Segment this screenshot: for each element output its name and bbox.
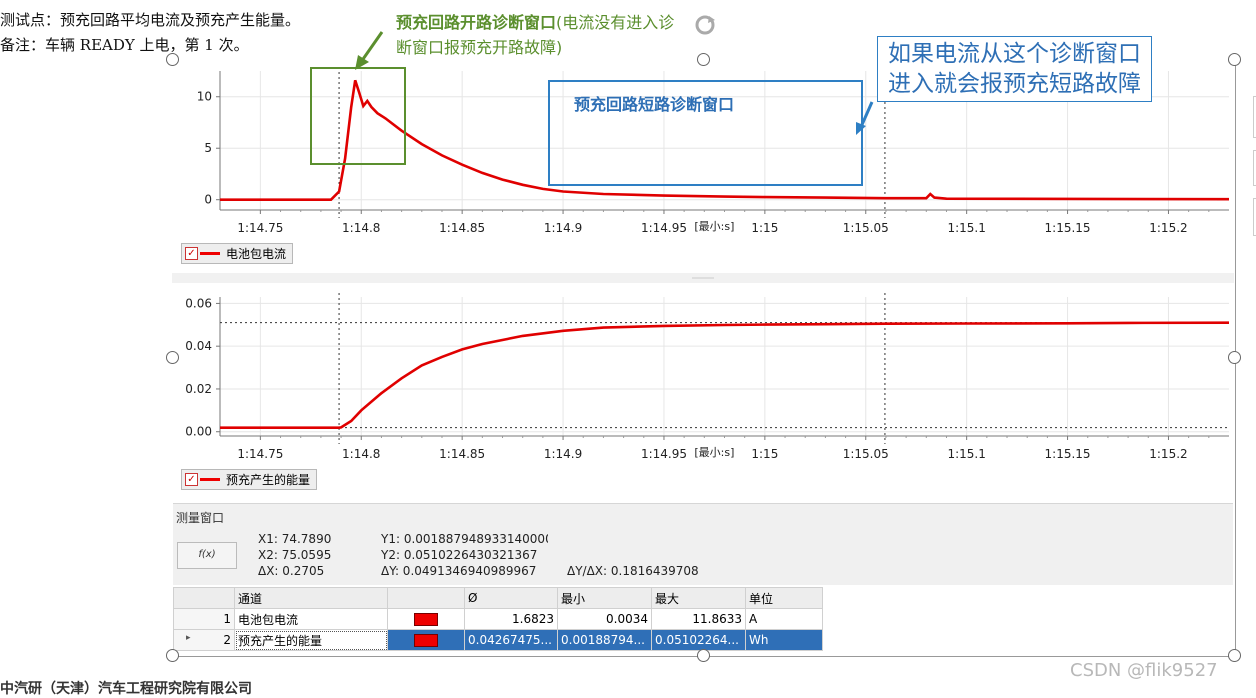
short-circuit-callout: 如果电流从这个诊断窗口 进入就会报预充短路故障	[877, 36, 1152, 102]
resize-handle[interactable]	[697, 53, 710, 66]
table-header-avg[interactable]: Ø	[464, 587, 558, 609]
x-tick-label: 1:14.75	[237, 221, 283, 235]
x-tick-label: 1:15.15	[1045, 221, 1091, 235]
x-tick-label: 1:15.2	[1149, 221, 1187, 235]
row-color-swatch[interactable]	[387, 629, 465, 651]
measure-panel	[173, 503, 1233, 585]
watermark: CSDN @flik9527	[1070, 660, 1218, 681]
y-tick-label: 0	[204, 193, 212, 207]
legend-energy[interactable]: ✓ 预充产生的能量	[181, 469, 318, 490]
table-header-color[interactable]	[387, 587, 465, 609]
row-max: 0.05102264...	[651, 629, 746, 651]
row-min: 0.00188794...	[557, 629, 652, 651]
row-index: 1	[173, 608, 235, 630]
table-header-channel[interactable]: 通道	[234, 587, 388, 609]
x-tick-label: 1:14.85	[439, 447, 485, 461]
y-tick-label: 0.00	[185, 425, 212, 439]
row-unit: A	[745, 608, 823, 630]
y-tick-label: 0.04	[185, 339, 212, 353]
x-tick-label: 1:14.9	[544, 447, 582, 461]
measure-y2: Y2: 0.0510226430321367	[381, 548, 538, 562]
blue-arrow-icon	[856, 101, 874, 135]
x-tick-label: 1:15.05	[843, 447, 889, 461]
x-tick-label: 1:14.85	[439, 221, 485, 235]
resize-handle[interactable]	[166, 351, 179, 364]
measure-x1: X1: 74.7890	[258, 532, 332, 546]
x-tick-label: 1:14.8	[342, 447, 380, 461]
fx-button[interactable]: f(x)	[177, 542, 237, 569]
row-avg: 1.6823	[464, 608, 558, 630]
doc-line-1: 测试点：预充回路平均电流及预充产生能量。	[0, 11, 301, 29]
x-tick-label: 1:15	[751, 447, 778, 461]
short-circuit-window-label: 预充回路短路诊断窗口	[574, 95, 735, 114]
open-circuit-window-rect	[310, 67, 406, 165]
row-pointer-icon: ▸	[186, 633, 191, 643]
resize-handle[interactable]	[166, 649, 179, 662]
legend-checkbox-icon[interactable]: ✓	[185, 247, 198, 260]
legend-line-swatch	[200, 252, 220, 255]
short-circuit-callout-line1: 如果电流从这个诊断窗口	[888, 41, 1141, 67]
resize-handle[interactable]	[166, 53, 179, 66]
x-axis-label: [最小:s]	[694, 220, 734, 233]
x-tick-label: 1:15.2	[1149, 447, 1187, 461]
legend-energy-label: 预充产生的能量	[226, 473, 311, 487]
x-tick-label: 1:15.15	[1045, 447, 1091, 461]
y-tick-label: 10	[197, 90, 212, 104]
footer-company: 中汽研（天津）汽车工程研究院有限公司	[0, 681, 252, 697]
measure-dx: ΔX: 0.2705	[258, 564, 325, 578]
x-tick-label: 1:14.9	[544, 221, 582, 235]
doc-line-2: 备注：车辆 READY 上电，第 1 次。	[0, 36, 249, 54]
y-tick-label: 5	[204, 141, 212, 155]
resize-handle[interactable]	[1228, 649, 1241, 662]
open-circuit-annotation-line1: 预充回路开路诊断窗口(电流没有进入诊	[396, 13, 675, 32]
row-min: 0.0034	[557, 608, 652, 630]
table-header-index	[173, 587, 235, 609]
channel-table: 通道 Ø 最小 最大 单位 1 电池包电流 1.6823 0.0034 11.8…	[173, 587, 823, 651]
x-tick-label: 1:14.8	[342, 221, 380, 235]
short-circuit-callout-line2: 进入就会报预充短路故障	[888, 71, 1141, 97]
x-tick-label: 1:14.75	[237, 447, 283, 461]
x-tick-label: 1:15	[751, 221, 778, 235]
color-swatch-icon	[414, 613, 438, 626]
row-unit: Wh	[745, 629, 823, 651]
resize-handle[interactable]	[1228, 351, 1241, 364]
table-header-max[interactable]: 最大	[651, 587, 746, 609]
legend-line-swatch	[200, 478, 220, 481]
row-max: 11.8633	[651, 608, 746, 630]
measure-y1: Y1: 0.001887948933140000	[381, 532, 548, 546]
resize-handle[interactable]	[1228, 53, 1241, 66]
measure-title: 测量窗口	[176, 511, 225, 525]
row-channel: 电池包电流	[234, 608, 388, 630]
x-axis-label: [最小:s]	[694, 446, 734, 459]
x-tick-label: 1:15.1	[947, 447, 985, 461]
legend-current-label: 电池包电流	[226, 247, 287, 261]
row-channel: 预充产生的能量	[234, 629, 388, 651]
resize-handle[interactable]	[697, 649, 710, 662]
table-header-min[interactable]: 最小	[557, 587, 652, 609]
legend-checkbox-icon[interactable]: ✓	[185, 473, 198, 486]
y-tick-label: 0.06	[185, 296, 212, 310]
row-index-number: 2	[223, 633, 231, 647]
row-index: ▸ 2	[173, 629, 235, 651]
measure-dydx: ΔY/ΔX: 0.1816439708	[567, 564, 699, 578]
row-avg: 0.04267475...	[464, 629, 558, 651]
measure-dy: ΔY: 0.0491346940989967	[381, 564, 537, 578]
table-header-row: 通道 Ø 最小 最大 单位	[173, 587, 823, 609]
green-arrow-icon	[355, 31, 384, 70]
x-tick-label: 1:14.95	[641, 221, 687, 235]
open-circuit-annotation-line2: 断窗口报预充开路故障)	[396, 38, 563, 57]
rotate-handle-icon[interactable]	[694, 14, 716, 36]
x-tick-label: 1:15.1	[947, 221, 985, 235]
y-tick-label: 0.02	[185, 382, 212, 396]
legend-current[interactable]: ✓ 电池包电流	[181, 243, 294, 264]
table-row[interactable]: ▸ 2 预充产生的能量 0.04267475... 0.00188794... …	[173, 629, 823, 651]
measure-x2: X2: 75.0595	[258, 548, 332, 562]
table-header-unit[interactable]: 单位	[745, 587, 823, 609]
x-tick-label: 1:14.95	[641, 447, 687, 461]
x-tick-label: 1:15.05	[843, 221, 889, 235]
row-color-swatch[interactable]	[387, 608, 465, 630]
table-row[interactable]: 1 电池包电流 1.6823 0.0034 11.8633 A	[173, 608, 823, 630]
color-swatch-icon	[414, 634, 438, 647]
